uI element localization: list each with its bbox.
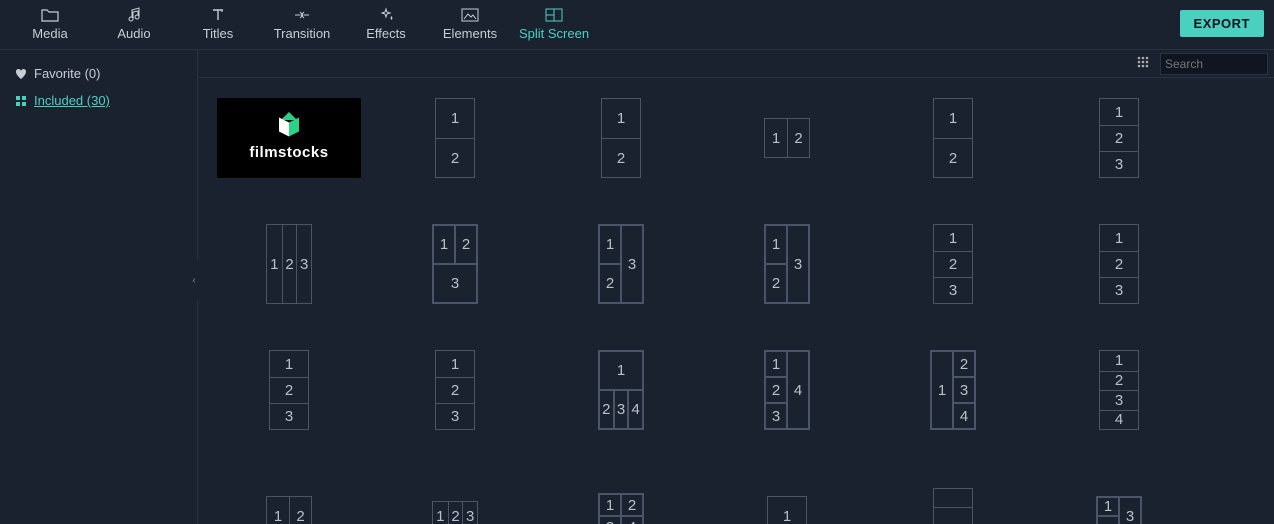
template-p5[interactable] [878, 476, 1028, 524]
tab-media[interactable]: Media [8, 6, 92, 41]
top-tab-bar: Media Audio Titles Transition Effects El… [0, 0, 1274, 50]
tab-label: Elements [443, 26, 497, 41]
folder-icon [41, 6, 59, 24]
text-icon [210, 6, 226, 24]
sparkle-icon [378, 6, 394, 24]
tab-effects[interactable]: Effects [344, 6, 428, 41]
image-icon [461, 6, 479, 24]
template-3h2[interactable]: 123 [214, 350, 364, 430]
template-p1[interactable]: 12 [214, 476, 364, 524]
secondary-toolbar [198, 50, 1274, 78]
search-input[interactable] [1165, 57, 1274, 71]
sidebar-item-favorite[interactable]: Favorite (0) [14, 60, 183, 87]
template-p2[interactable]: 123 [380, 476, 530, 524]
template-2v[interactable]: 12 [712, 98, 862, 178]
sidebar-item-label: Favorite (0) [34, 66, 100, 81]
template-2h[interactable]: 12 [380, 98, 530, 178]
template-fs[interactable]: filmstocks [214, 98, 364, 178]
split-screen-icon [545, 6, 563, 24]
search-box[interactable] [1160, 53, 1268, 75]
music-note-icon [126, 6, 142, 24]
tab-elements[interactable]: Elements [428, 6, 512, 41]
grid-view-icon[interactable] [1136, 55, 1150, 72]
heart-icon [14, 67, 28, 81]
export-button[interactable]: EXPORT [1180, 10, 1264, 37]
tab-split-screen[interactable]: Split Screen [512, 6, 596, 41]
template-grid: filmstocks121212121231231231231231231231… [198, 78, 1274, 524]
transition-icon [293, 6, 311, 24]
sidebar-collapse-handle[interactable]: ‹ [190, 260, 198, 300]
template-p3[interactable]: 1234 [546, 476, 696, 524]
template-4c[interactable]: 1234 [878, 350, 1028, 430]
tab-label: Split Screen [519, 26, 589, 41]
template-2sk[interactable]: 12 [878, 98, 1028, 178]
tab-label: Effects [366, 26, 406, 41]
tab-label: Transition [274, 26, 331, 41]
sidebar-item-label: Included (30) [34, 93, 110, 108]
tab-label: Media [32, 26, 67, 41]
tab-titles[interactable]: Titles [176, 6, 260, 41]
template-4b[interactable]: 1234 [712, 350, 862, 430]
tab-label: Titles [203, 26, 234, 41]
sidebar-item-included[interactable]: Included (30) [14, 87, 183, 114]
grid-icon [14, 94, 28, 108]
template-2h-b[interactable]: 12 [546, 98, 696, 178]
template-3b[interactable]: 123 [546, 224, 696, 304]
template-3a[interactable]: 123 [380, 224, 530, 304]
filmstocks-label: filmstocks [249, 144, 328, 161]
filmstocks-card[interactable]: filmstocks [217, 98, 361, 178]
template-4a[interactable]: 1234 [546, 350, 696, 430]
template-3h3[interactable]: 123 [380, 350, 530, 430]
tab-audio[interactable]: Audio [92, 6, 176, 41]
template-3h[interactable]: 123 [1044, 98, 1194, 178]
template-p6[interactable]: 13 [1044, 476, 1194, 524]
tab-transition[interactable]: Transition [260, 6, 344, 41]
tab-label: Audio [117, 26, 150, 41]
template-p4[interactable]: 1 [712, 476, 862, 524]
template-3sk2[interactable]: 123 [1044, 224, 1194, 304]
template-3c[interactable]: 123 [712, 224, 862, 304]
template-3sk[interactable]: 123 [878, 224, 1028, 304]
template-4h[interactable]: 1234 [1044, 350, 1194, 430]
template-3v[interactable]: 123 [214, 224, 364, 304]
sidebar: Favorite (0) Included (30) ‹ [0, 50, 198, 524]
filmstocks-logo-icon [278, 116, 300, 138]
